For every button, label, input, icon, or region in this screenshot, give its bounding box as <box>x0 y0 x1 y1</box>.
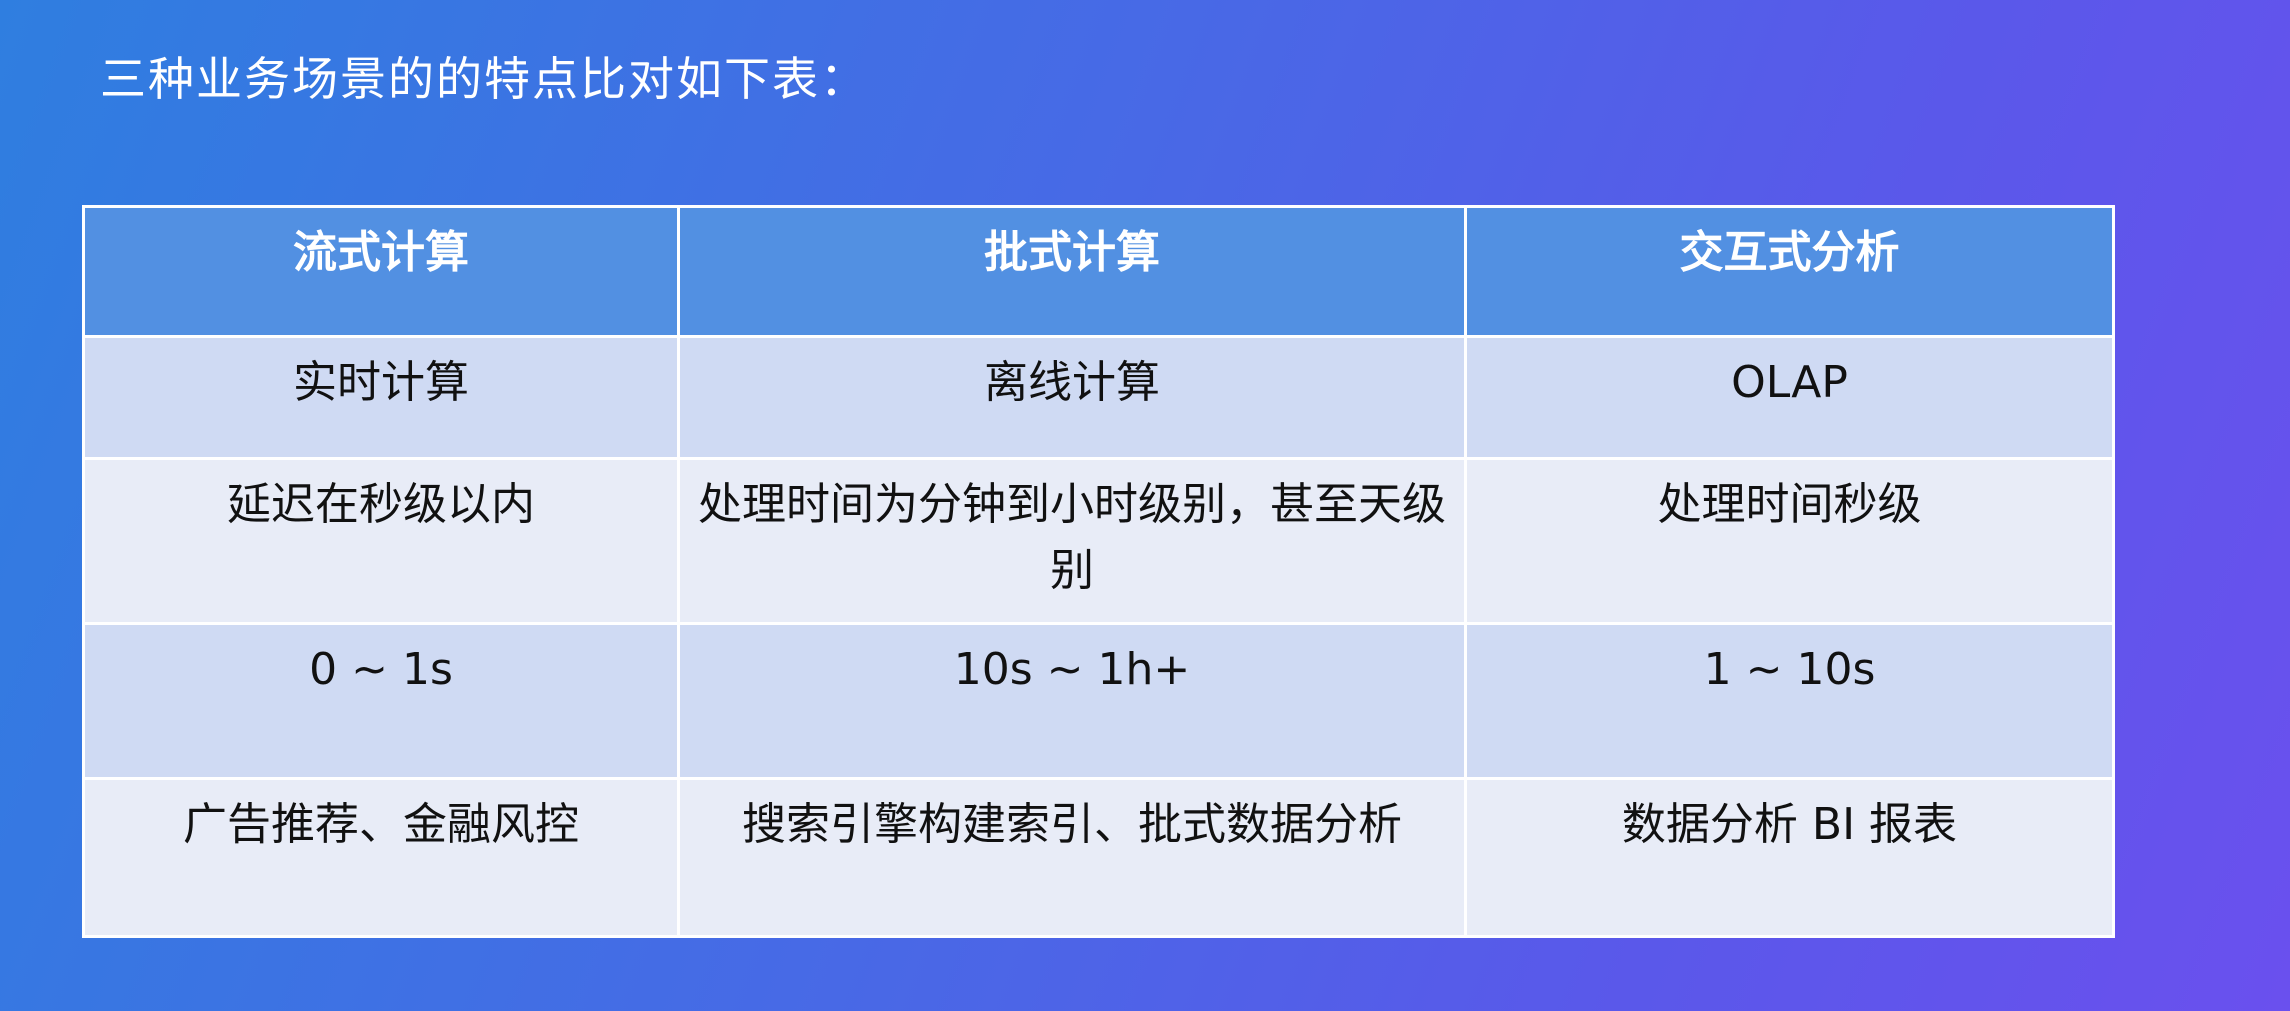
table-cell: 实时计算 <box>82 335 680 460</box>
table-header-row: 流式计算 批式计算 交互式分析 <box>82 205 2115 338</box>
table-cell: OLAP <box>1464 335 2115 460</box>
header-interactive-analysis: 交互式分析 <box>1464 205 2115 338</box>
table-cell: 处理时间秒级 <box>1464 457 2115 625</box>
header-stream-computing: 流式计算 <box>82 205 680 338</box>
slide-title: 三种业务场景的的特点比对如下表： <box>100 52 868 106</box>
comparison-table: 流式计算 批式计算 交互式分析 实时计算 离线计算 OLAP 延迟在秒级以内 处… <box>82 205 2115 938</box>
table-row: 延迟在秒级以内 处理时间为分钟到小时级别，甚至天级别 处理时间秒级 <box>82 457 2115 625</box>
table-row: 广告推荐、金融风控 搜索引擎构建索引、批式数据分析 数据分析 BI 报表 <box>82 777 2115 938</box>
table-cell: 处理时间为分钟到小时级别，甚至天级别 <box>677 457 1467 625</box>
table-cell: 广告推荐、金融风控 <box>82 777 680 938</box>
table-row: 实时计算 离线计算 OLAP <box>82 335 2115 460</box>
table-cell: 搜索引擎构建索引、批式数据分析 <box>677 777 1467 938</box>
table-cell: 离线计算 <box>677 335 1467 460</box>
table-row: 0 ~ 1s 10s ~ 1h+ 1 ~ 10s <box>82 622 2115 780</box>
table-cell: 数据分析 BI 报表 <box>1464 777 2115 938</box>
slide: { "slide": { "title": "三种业务场景的的特点比对如下表："… <box>0 0 2290 1011</box>
table-cell: 10s ~ 1h+ <box>677 622 1467 780</box>
table-cell: 延迟在秒级以内 <box>82 457 680 625</box>
header-batch-computing: 批式计算 <box>677 205 1467 338</box>
table-cell: 1 ~ 10s <box>1464 622 2115 780</box>
table-cell: 0 ~ 1s <box>82 622 680 780</box>
